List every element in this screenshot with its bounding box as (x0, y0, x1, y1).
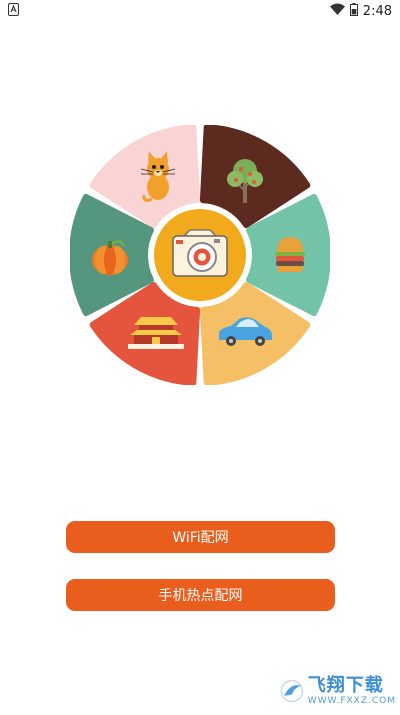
clock-time: 2:48 (362, 3, 392, 19)
camera-icon[interactable] (172, 229, 228, 277)
burger-icon[interactable] (275, 237, 305, 272)
watermark-logo (280, 679, 304, 703)
wifi-config-button[interactable]: WiFi配网 (66, 521, 335, 553)
watermark-title: 飞翔下载 (307, 674, 384, 696)
hotspot-config-button[interactable]: 手机热点配网 (66, 579, 335, 611)
app-notification-icon (8, 2, 19, 20)
watermark: 飞翔下载 WWW.FXXZ.COM (280, 672, 396, 710)
status-bar: 2:48 (0, 0, 400, 22)
camera-wheel (70, 125, 330, 385)
watermark-url: WWW.FXXZ.COM (307, 695, 396, 706)
battery-icon (349, 2, 358, 20)
wifi-icon (329, 3, 345, 19)
